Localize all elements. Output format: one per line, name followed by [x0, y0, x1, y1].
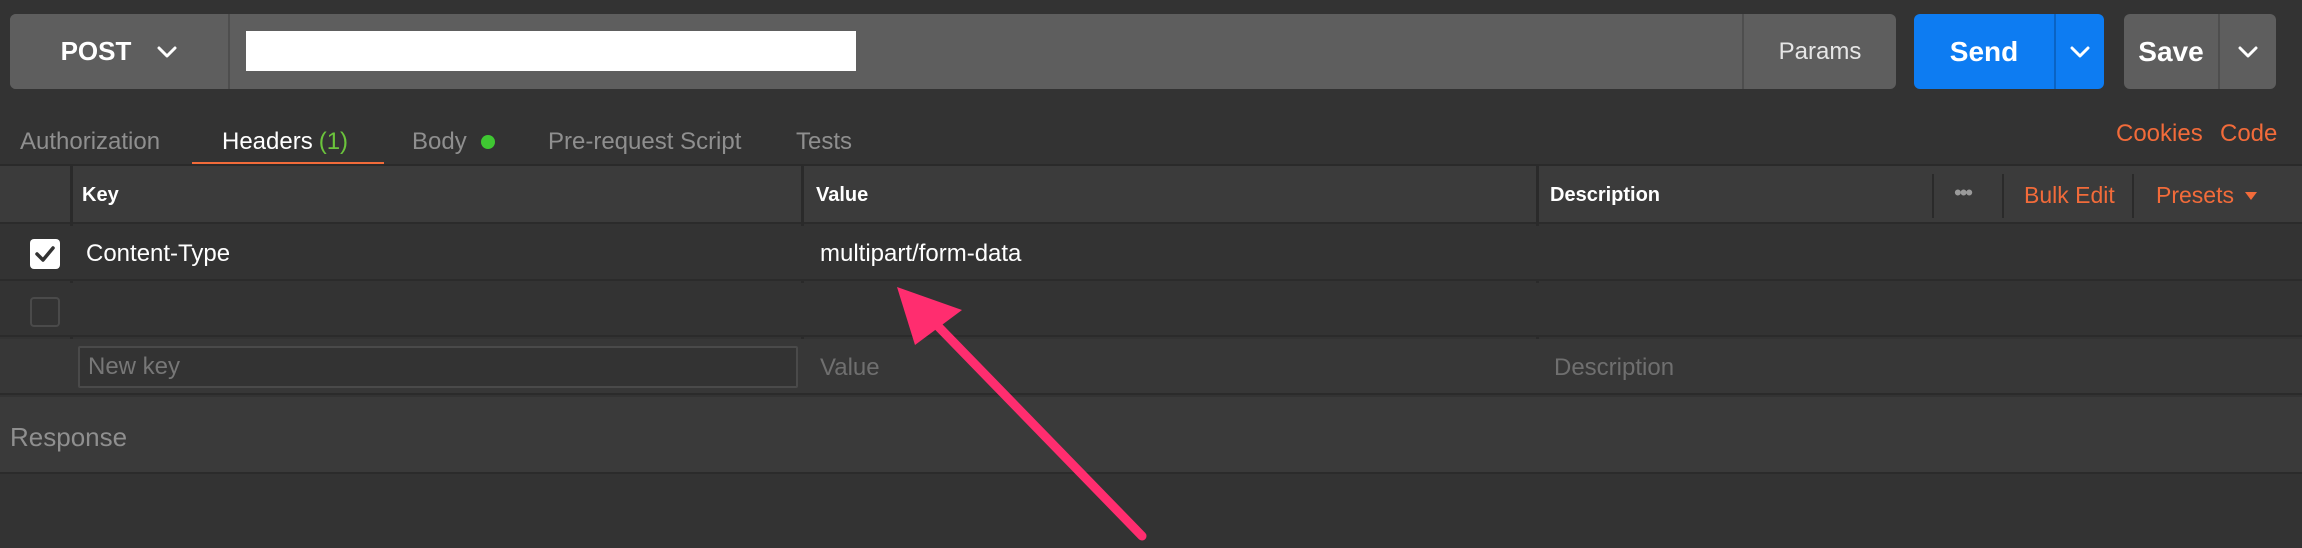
header-enabled-checkbox[interactable] — [30, 239, 60, 269]
cookies-link[interactable]: Cookies — [2116, 120, 2203, 148]
save-dropdown-button[interactable] — [2218, 14, 2276, 89]
presets-dropdown[interactable]: Presets — [2156, 182, 2258, 209]
params-button[interactable]: Params — [1742, 14, 1896, 89]
new-description-input[interactable]: Description — [1554, 354, 1674, 382]
body-status-dot-icon — [480, 135, 495, 149]
header-enabled-checkbox[interactable] — [30, 297, 60, 327]
method-select[interactable]: POST — [10, 14, 230, 89]
chevron-down-icon — [2070, 46, 2090, 57]
more-options-icon[interactable]: ••• — [1954, 180, 1973, 206]
column-divider — [2002, 174, 2004, 218]
save-button[interactable]: Save — [2124, 14, 2218, 89]
tab-body[interactable]: Body — [412, 118, 495, 166]
tab-authorization[interactable]: Authorization — [20, 118, 160, 166]
tab-label: Authorization — [20, 128, 161, 155]
chevron-down-icon — [2238, 46, 2258, 57]
tab-label: Headers — [222, 128, 313, 155]
tab-label: Tests — [796, 128, 853, 155]
tab-tests[interactable]: Tests — [796, 118, 852, 166]
new-key-input[interactable] — [78, 346, 798, 388]
presets-label: Presets — [2156, 182, 2234, 208]
send-label: Send — [1949, 35, 2019, 67]
url-input[interactable] — [246, 31, 856, 71]
tab-label: Pre-request Script — [548, 128, 742, 155]
new-value-input[interactable]: Value — [820, 354, 880, 382]
tab-headers[interactable]: Headers (1) — [222, 118, 348, 166]
header-value-cell[interactable]: multipart/form-data — [820, 240, 1021, 268]
response-label: Response — [10, 422, 128, 452]
column-divider — [2132, 174, 2134, 218]
headers-count: (1) — [318, 128, 349, 155]
header-key-cell[interactable]: Content-Type — [86, 240, 230, 268]
bulk-edit-link[interactable]: Bulk Edit — [2024, 182, 2115, 209]
column-divider — [1932, 174, 1934, 218]
column-header-key: Key — [82, 184, 119, 206]
tab-label: Body — [412, 128, 467, 155]
code-link[interactable]: Code — [2220, 120, 2277, 148]
caret-down-icon — [2244, 191, 2257, 200]
send-button[interactable]: Send — [1914, 14, 2054, 89]
table-row — [0, 283, 2302, 337]
column-header-description: Description — [1550, 184, 1661, 206]
response-section — [0, 397, 2302, 474]
table-row — [0, 226, 2302, 281]
chevron-down-icon — [157, 46, 177, 57]
column-header-value: Value — [816, 184, 869, 206]
save-label: Save — [2138, 35, 2204, 67]
tab-pre-request-script[interactable]: Pre-request Script — [548, 118, 741, 166]
checkmark-icon — [35, 246, 55, 262]
method-label: POST — [60, 36, 132, 66]
send-dropdown-button[interactable] — [2054, 14, 2104, 89]
